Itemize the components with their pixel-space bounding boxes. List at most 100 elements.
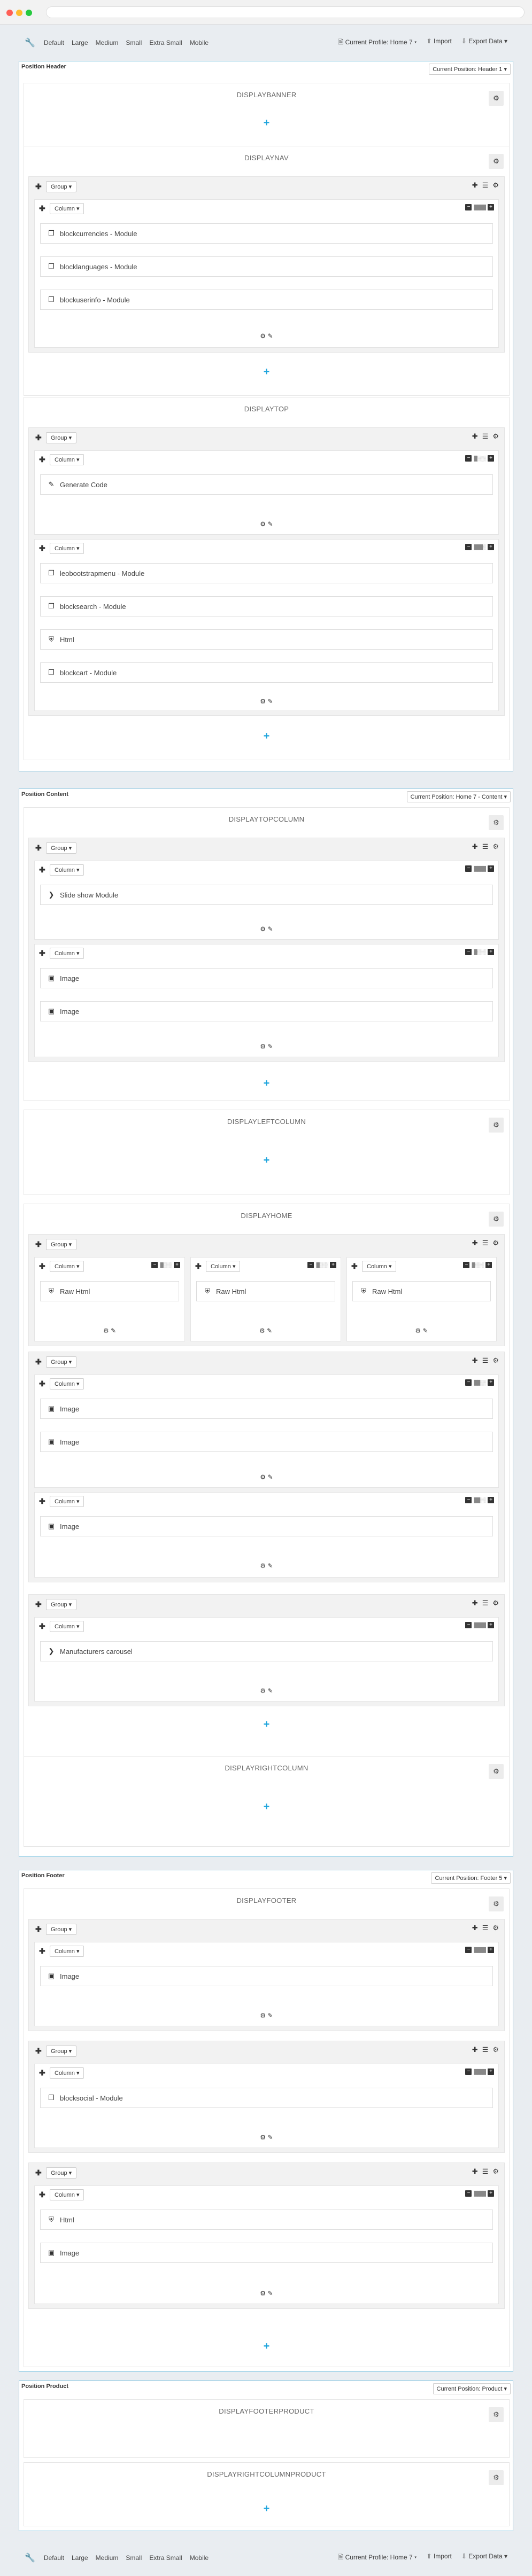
gear-icon[interactable]: ⚙ xyxy=(260,698,266,705)
group-dropdown[interactable]: Group ▾ xyxy=(46,1599,77,1610)
module-image[interactable]: ▣ Image xyxy=(40,1432,493,1452)
plus-icon[interactable]: ✚ xyxy=(472,181,478,190)
module-raw-html[interactable]: ⛨ Raw Html xyxy=(352,1281,491,1301)
move-icon[interactable]: ✚ xyxy=(35,1925,42,1934)
move-icon[interactable]: ✚ xyxy=(35,433,42,442)
profile-dropdown[interactable]: 🗎 Current Profile: Home 7 ▾ xyxy=(338,37,417,49)
add-group-button[interactable]: + xyxy=(24,1078,509,1089)
plus-icon[interactable]: + xyxy=(488,2190,494,2197)
gear-icon[interactable]: ⚙ xyxy=(260,1687,266,1695)
plus-icon[interactable]: + xyxy=(488,1497,494,1503)
minus-icon[interactable]: − xyxy=(465,1947,472,1953)
edit-icon[interactable]: ✎ xyxy=(268,1687,273,1695)
module-slideshow[interactable]: ❯ Slide show Module xyxy=(40,885,493,905)
size-extra-small[interactable]: Extra Small xyxy=(149,39,182,46)
minus-icon[interactable]: − xyxy=(307,1262,314,1268)
gear-icon[interactable]: ⚙ xyxy=(260,520,266,528)
gear-icon[interactable]: ⚙ xyxy=(489,1212,504,1227)
plus-icon[interactable]: + xyxy=(488,1947,494,1953)
add-group-button[interactable]: + xyxy=(24,1801,509,1812)
edit-icon[interactable]: ✎ xyxy=(268,2134,273,2141)
column-dropdown[interactable]: Column ▾ xyxy=(50,948,84,959)
edit-icon[interactable]: ✎ xyxy=(268,520,273,528)
minus-icon[interactable]: − xyxy=(465,2068,472,2075)
move-icon[interactable]: ✚ xyxy=(35,1600,42,1609)
list-icon[interactable]: ☰ xyxy=(482,1924,489,1932)
plus-icon[interactable]: + xyxy=(488,949,494,955)
plus-icon[interactable]: ✚ xyxy=(472,1599,478,1607)
group-dropdown[interactable]: Group ▾ xyxy=(46,181,77,192)
move-icon[interactable]: ✚ xyxy=(35,1357,42,1367)
size-large[interactable]: Large xyxy=(72,39,88,46)
group-dropdown[interactable]: Group ▾ xyxy=(46,2167,77,2179)
gear-icon[interactable]: ⚙ xyxy=(260,2012,266,2019)
plus-icon[interactable]: + xyxy=(488,544,494,550)
plus-icon[interactable]: + xyxy=(485,1262,492,1268)
size-small[interactable]: Small xyxy=(126,2554,142,2562)
size-mobile[interactable]: Mobile xyxy=(190,39,209,46)
module-blocklanguages[interactable]: ❐ blocklanguages - Module xyxy=(40,256,493,277)
export-button[interactable]: ⇩ Export Data ▾ xyxy=(461,37,507,49)
gear-icon[interactable]: ⚙ xyxy=(489,1118,504,1133)
module-blocksocial[interactable]: ❐ blocksocial - Module xyxy=(40,2088,493,2108)
plus-icon[interactable]: + xyxy=(488,865,494,872)
close-window-button[interactable] xyxy=(6,10,13,16)
module-html[interactable]: ⛨ Html xyxy=(40,2210,493,2230)
move-icon[interactable]: ✚ xyxy=(39,544,45,553)
position-select[interactable]: Current Position: Product ▾ xyxy=(433,2383,511,2394)
module-manufacturers-carousel[interactable]: ❯ Manufacturers carousel xyxy=(40,1641,493,1661)
size-default[interactable]: Default xyxy=(44,2554,64,2562)
minimize-window-button[interactable] xyxy=(16,10,22,16)
wrench-icon[interactable]: 🔧 xyxy=(25,2552,35,2563)
gear-icon[interactable]: ⚙ xyxy=(489,1764,504,1779)
gear-icon[interactable]: ⚙ xyxy=(489,815,504,830)
gear-icon[interactable]: ⚙ xyxy=(489,1896,504,1911)
plus-icon[interactable]: ✚ xyxy=(472,1239,478,1247)
position-select[interactable]: Current Position: Header 1 ▾ xyxy=(429,64,511,75)
module-blockuserinfo[interactable]: ❐ blockuserinfo - Module xyxy=(40,290,493,310)
profile-dropdown[interactable]: 🗎 Current Profile: Home 7 ▾ xyxy=(338,2552,417,2564)
minus-icon[interactable]: − xyxy=(465,1497,472,1503)
gear-icon[interactable]: ⚙ xyxy=(260,332,266,340)
list-icon[interactable]: ☰ xyxy=(482,181,489,190)
column-dropdown[interactable]: Column ▾ xyxy=(362,1261,397,1272)
size-mobile[interactable]: Mobile xyxy=(190,2554,209,2562)
gear-icon[interactable]: ⚙ xyxy=(260,925,266,933)
add-group-button[interactable]: + xyxy=(24,1719,509,1730)
gear-icon[interactable]: ⚙ xyxy=(492,1239,499,1247)
minus-icon[interactable]: − xyxy=(465,544,472,550)
plus-icon[interactable]: + xyxy=(488,1622,494,1628)
add-group-button[interactable]: + xyxy=(24,2341,509,2352)
move-icon[interactable]: ✚ xyxy=(39,1262,45,1271)
move-icon[interactable]: ✚ xyxy=(39,2190,45,2199)
module-generate-code[interactable]: ✎ Generate Code xyxy=(40,474,493,495)
minus-icon[interactable]: − xyxy=(465,2190,472,2197)
edit-icon[interactable]: ✎ xyxy=(268,2290,273,2297)
gear-icon[interactable]: ⚙ xyxy=(492,842,499,851)
move-icon[interactable]: ✚ xyxy=(35,1240,42,1249)
minus-icon[interactable]: − xyxy=(465,204,472,210)
module-image[interactable]: ▣ Image xyxy=(40,1001,493,1021)
size-large[interactable]: Large xyxy=(72,2554,88,2562)
gear-icon[interactable]: ⚙ xyxy=(489,2470,504,2485)
column-dropdown[interactable]: Column ▾ xyxy=(50,1378,84,1390)
gear-icon[interactable]: ⚙ xyxy=(259,1327,265,1334)
move-icon[interactable]: ✚ xyxy=(35,182,42,191)
group-dropdown[interactable]: Group ▾ xyxy=(46,842,77,854)
column-dropdown[interactable]: Column ▾ xyxy=(50,454,84,465)
column-dropdown[interactable]: Column ▾ xyxy=(50,203,84,214)
list-icon[interactable]: ☰ xyxy=(482,1239,489,1247)
gear-icon[interactable]: ⚙ xyxy=(260,1043,266,1050)
plus-icon[interactable]: + xyxy=(330,1262,336,1268)
add-group-button[interactable]: + xyxy=(24,118,509,128)
plus-icon[interactable]: ✚ xyxy=(472,1356,478,1365)
move-icon[interactable]: ✚ xyxy=(39,1947,45,1956)
group-dropdown[interactable]: Group ▾ xyxy=(46,1356,77,1368)
module-blockcart[interactable]: ❐ blockcart - Module xyxy=(40,662,493,683)
minus-icon[interactable]: − xyxy=(465,1379,472,1386)
size-extra-small[interactable]: Extra Small xyxy=(149,2554,182,2562)
move-icon[interactable]: ✚ xyxy=(351,1262,358,1271)
plus-icon[interactable]: ✚ xyxy=(472,432,478,441)
import-button[interactable]: ⇧ Import xyxy=(426,37,451,49)
move-icon[interactable]: ✚ xyxy=(39,949,45,958)
